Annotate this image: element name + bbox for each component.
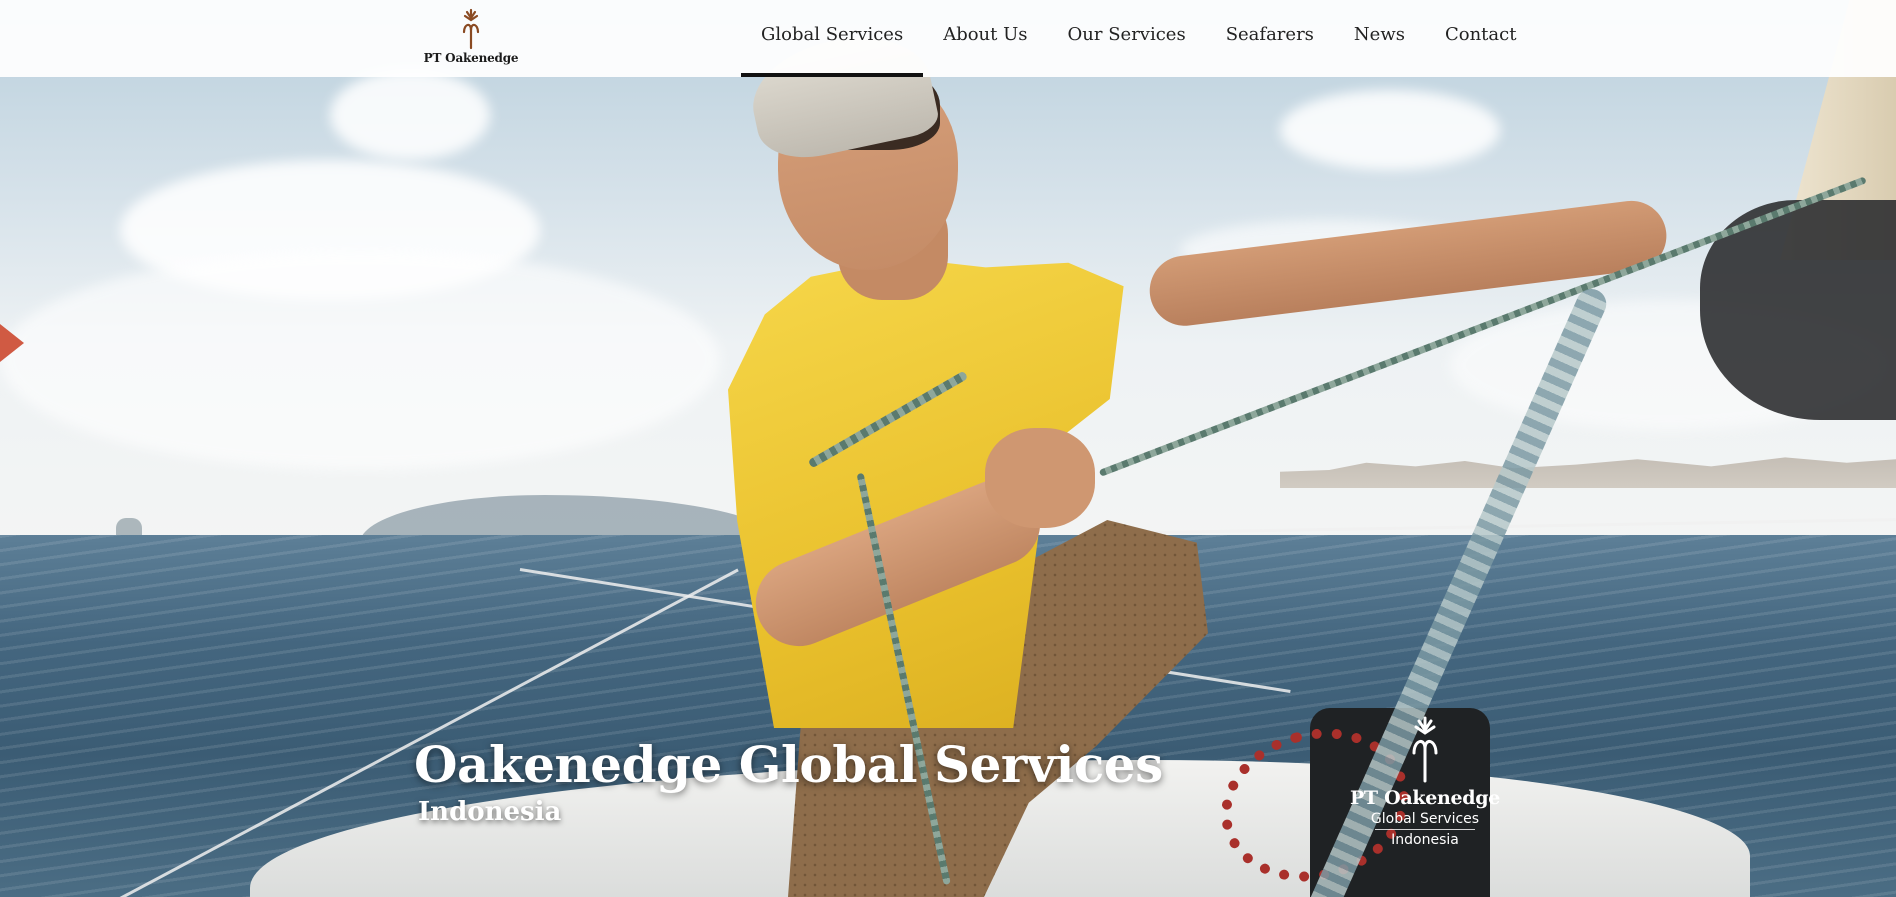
nav-news[interactable]: News: [1334, 0, 1425, 73]
hero-title: Oakenedge Global Services: [414, 735, 1163, 794]
nav-our-services[interactable]: Our Services: [1048, 0, 1206, 73]
main-nav: Global Services About Us Our Services Se…: [741, 0, 1536, 77]
cloud: [330, 70, 490, 160]
nav-contact[interactable]: Contact: [1425, 0, 1536, 73]
cloud: [0, 250, 720, 470]
cloud: [1280, 90, 1500, 170]
nav-global-services[interactable]: Global Services: [741, 0, 924, 77]
watermark-logo: PT Oakenedge Global Services Indonesia: [1350, 715, 1500, 850]
header-bar: PT Oakenedge Global Services About Us Ou…: [0, 0, 1896, 77]
watermark-line2: Indonesia: [1391, 832, 1459, 848]
nav-seafarers[interactable]: Seafarers: [1206, 0, 1334, 73]
watermark-name: PT Oakenedge: [1349, 787, 1501, 809]
logo-text: PT Oakenedge: [423, 51, 519, 65]
nav-about-us[interactable]: About Us: [923, 0, 1047, 73]
watermark-emblem-icon: [1412, 716, 1438, 783]
watermark-line1: Global Services: [1370, 811, 1480, 827]
sailor-hand: [985, 428, 1095, 528]
logo-emblem-icon: [462, 8, 480, 50]
hero-subtitle: Indonesia: [418, 797, 562, 827]
site-logo[interactable]: PT Oakenedge: [424, 8, 519, 70]
